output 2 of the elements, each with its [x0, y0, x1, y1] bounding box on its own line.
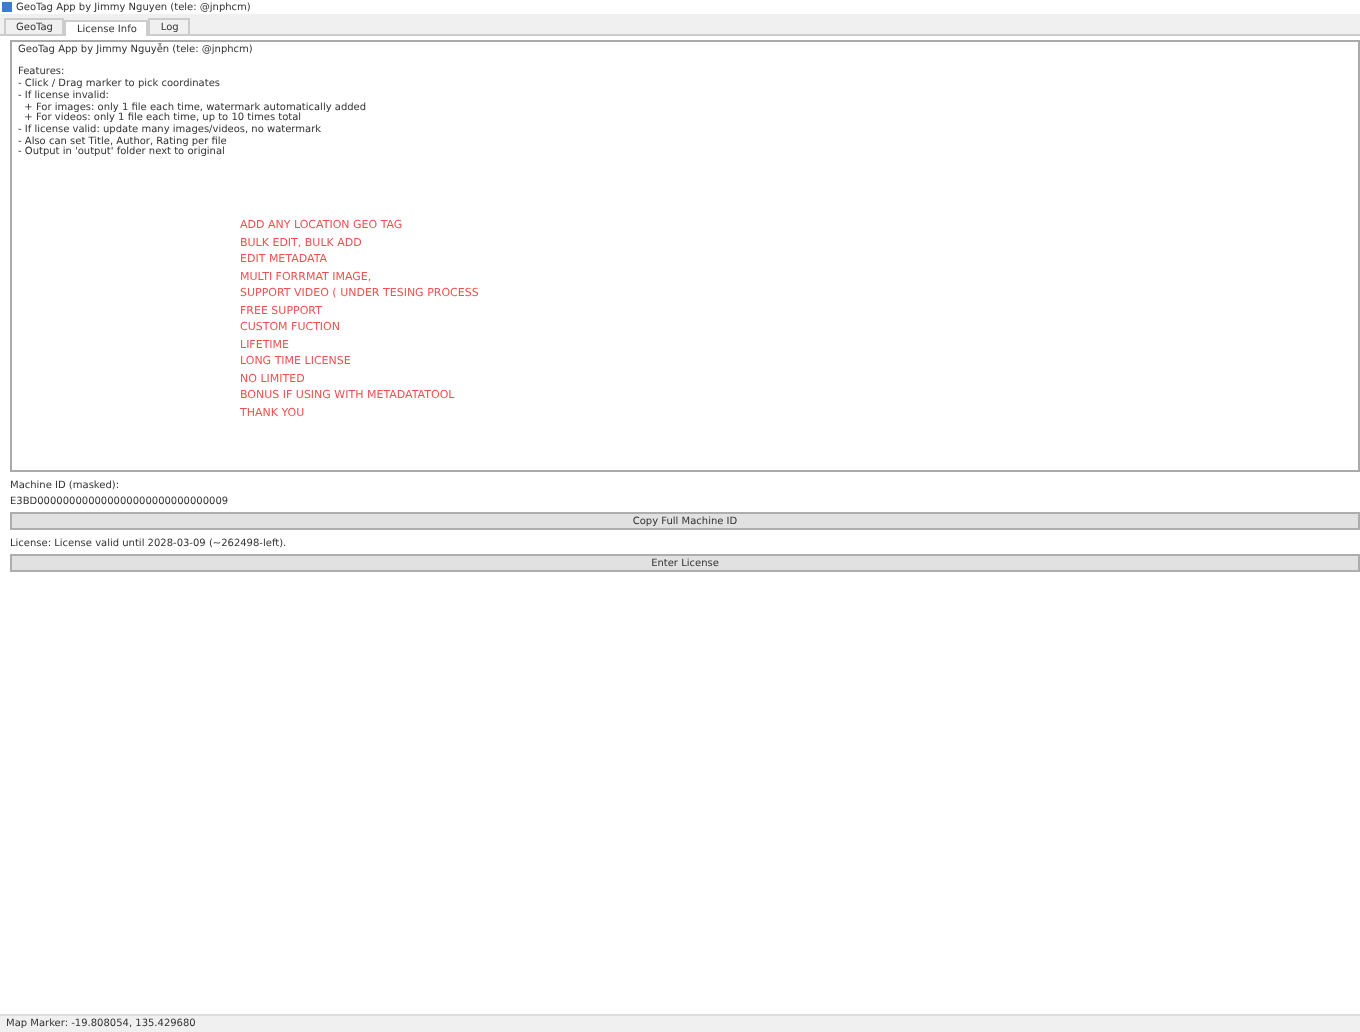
info-text-area[interactable] — [10, 40, 1360, 472]
app-icon — [2, 2, 12, 12]
